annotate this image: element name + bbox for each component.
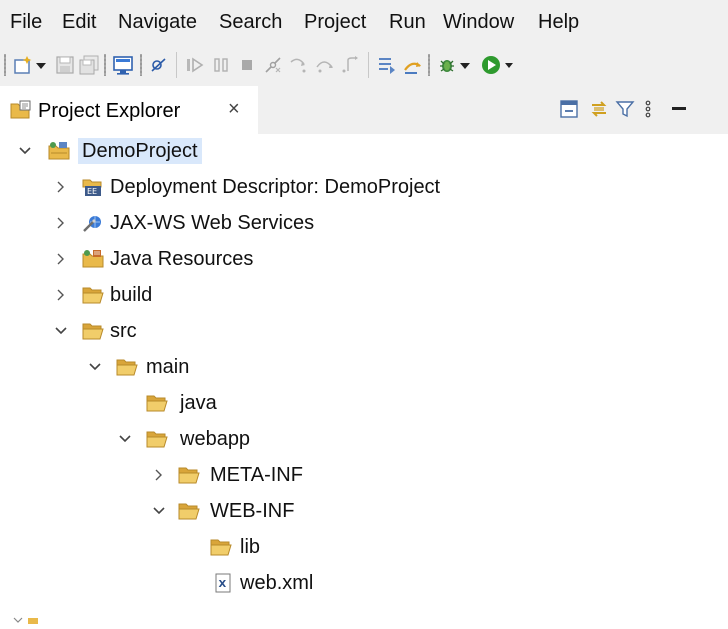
toolbar-separator — [368, 52, 369, 78]
new-wizard-icon[interactable] — [12, 54, 34, 76]
java-resources-icon — [82, 249, 104, 269]
main-toolbar — [0, 44, 728, 86]
save-all-icon[interactable] — [78, 54, 100, 76]
use-step-filters-icon[interactable] — [402, 54, 424, 76]
tree-item-label: web.xml — [240, 572, 314, 594]
tree-item-label: webapp — [180, 428, 251, 450]
console-icon[interactable] — [112, 54, 134, 76]
toolbar-grip[interactable] — [104, 54, 106, 76]
menu-search[interactable]: Search — [219, 9, 282, 35]
tree-item-label: WEB-INF — [210, 500, 295, 522]
dropdown-arrow-icon[interactable] — [34, 54, 48, 76]
toolbar-grip[interactable] — [4, 54, 6, 76]
menu-file[interactable]: File — [10, 9, 42, 35]
tree-item-label: java — [180, 392, 217, 414]
disconnect-icon[interactable] — [262, 54, 284, 76]
view-tab-bar: Project Explorer × — [0, 86, 728, 134]
suspend-icon[interactable] — [210, 54, 232, 76]
dropdown-arrow-icon[interactable] — [504, 54, 514, 76]
chevron-down-icon[interactable] — [18, 142, 32, 160]
chevron-right-icon[interactable] — [152, 466, 166, 484]
view-tab-label: Project Explorer — [38, 100, 181, 122]
svg-text:EE: EE — [87, 187, 97, 196]
chevron-down-icon[interactable] — [152, 502, 166, 520]
chevron-down-icon[interactable] — [118, 430, 132, 448]
chevron-right-icon[interactable] — [54, 178, 68, 196]
tree-item-label: DemoProject — [78, 138, 202, 164]
step-into-icon[interactable] — [288, 54, 310, 76]
chevron-right-icon[interactable] — [54, 286, 68, 304]
filter-icon[interactable] — [614, 98, 636, 120]
dropdown-arrow-icon[interactable] — [458, 54, 472, 76]
menu-window[interactable]: Window — [443, 9, 514, 35]
link-with-editor-icon[interactable] — [588, 98, 610, 120]
web-services-icon — [82, 213, 104, 233]
toolbar-grip[interactable] — [140, 54, 142, 76]
folder-icon — [116, 357, 138, 377]
minimize-icon[interactable] — [668, 98, 690, 120]
clipped-tree-row — [0, 611, 40, 624]
folder-icon — [210, 537, 232, 557]
menu-navigate[interactable]: Navigate — [118, 9, 197, 35]
step-over-icon[interactable] — [314, 54, 336, 76]
resume-icon[interactable] — [184, 54, 206, 76]
terminate-icon[interactable] — [236, 54, 258, 76]
folder-icon — [146, 393, 168, 413]
tree-item-label: lib — [240, 536, 261, 558]
project-explorer-icon — [10, 100, 32, 120]
toolbar-separator — [176, 52, 177, 78]
folder-icon — [82, 285, 104, 305]
tree-item-label: JAX-WS Web Services — [110, 212, 315, 234]
menu-edit[interactable]: Edit — [62, 9, 96, 35]
step-return-icon[interactable] — [340, 54, 362, 76]
tree-item-label: main — [146, 356, 190, 378]
deployment-descriptor-icon: EE — [82, 177, 104, 197]
folder-icon — [82, 321, 104, 341]
run-icon[interactable] — [480, 54, 502, 76]
debug-icon[interactable] — [436, 54, 458, 76]
folder-icon — [146, 429, 168, 449]
chevron-down-icon[interactable] — [88, 358, 102, 376]
chevron-right-icon[interactable] — [54, 250, 68, 268]
folder-icon — [178, 501, 200, 521]
tree-item-label: src — [110, 320, 137, 342]
menu-help[interactable]: Help — [538, 9, 579, 35]
collapse-all-icon[interactable] — [558, 98, 580, 120]
drop-to-frame-icon[interactable] — [376, 54, 398, 76]
skip-breakpoints-icon[interactable] — [148, 54, 170, 76]
chevron-right-icon[interactable] — [54, 214, 68, 232]
xml-file-icon: X — [212, 573, 234, 593]
toolbar-grip[interactable] — [428, 54, 430, 76]
tree-item-label: build — [110, 284, 153, 306]
menu-bar: File Edit Navigate Search Project Run Wi… — [0, 0, 728, 44]
tree-item-label: Deployment Descriptor: DemoProject — [110, 176, 441, 198]
tab-project-explorer[interactable]: Project Explorer × — [0, 86, 258, 134]
save-icon[interactable] — [54, 54, 76, 76]
tree-item-label: META-INF — [210, 464, 303, 486]
project-tree: DemoProject EE Deployment Descriptor: De… — [0, 134, 728, 621]
close-icon[interactable]: × — [228, 96, 240, 122]
menu-project[interactable]: Project — [304, 9, 366, 35]
chevron-down-icon[interactable] — [54, 322, 68, 340]
svg-text:X: X — [219, 579, 227, 590]
folder-icon — [178, 465, 200, 485]
project-icon — [48, 141, 70, 161]
tree-item-label: Java Resources — [110, 248, 254, 270]
view-menu-icon[interactable] — [642, 98, 654, 120]
menu-run[interactable]: Run — [389, 9, 426, 35]
